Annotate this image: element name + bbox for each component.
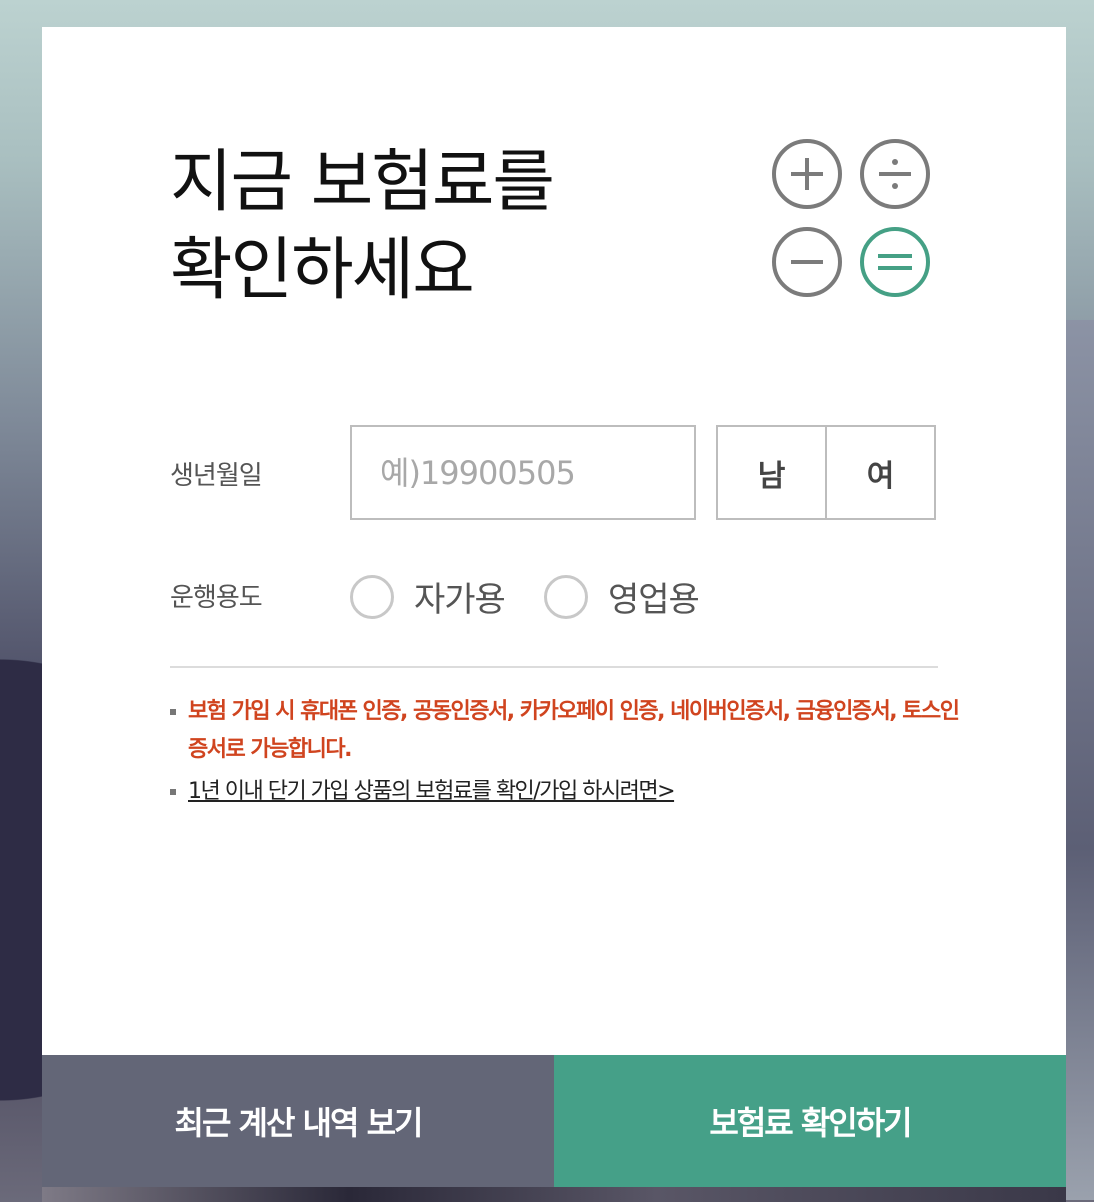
gender-male-button[interactable]: 남	[718, 427, 825, 518]
check-premium-button[interactable]: 보험료 확인하기	[554, 1055, 1066, 1187]
bullet-icon	[170, 709, 176, 715]
divide-icon	[860, 139, 930, 209]
short-term-product-link[interactable]: 1년 이내 단기 가입 상품의 보험료를 확인/가입 하시려면>	[188, 779, 676, 804]
usage-option-private[interactable]: 자가용	[350, 572, 506, 621]
plus-icon	[772, 139, 842, 209]
bullet-icon	[170, 789, 176, 795]
radio-private[interactable]	[350, 574, 394, 619]
background-decoration	[42, 1186, 1066, 1202]
premium-calculator-card: 지금 보험료를 확인하세요 생년월일 남 여 운행용도 자가용 영업용 보	[42, 27, 1066, 1187]
birth-label: 생년월일	[170, 461, 263, 491]
title-line-2: 확인하세요	[170, 231, 475, 310]
gender-selector: 남 여	[716, 425, 936, 520]
birth-date-input[interactable]	[350, 425, 696, 520]
minus-icon	[772, 227, 842, 297]
page-title: 지금 보험료를 확인하세요	[170, 139, 555, 315]
recent-calculation-history-button[interactable]: 최근 계산 내역 보기	[42, 1055, 554, 1187]
notice-short-term: 1년 이내 단기 가입 상품의 보험료를 확인/가입 하시려면>	[170, 773, 960, 811]
usage-option-private-label: 자가용	[414, 580, 506, 620]
equals-icon	[860, 227, 930, 297]
usage-option-business-label: 영업용	[608, 580, 700, 620]
gender-female-button[interactable]: 여	[825, 427, 934, 518]
divider	[170, 666, 938, 668]
usage-label: 운행용도	[170, 583, 263, 613]
notice-auth-methods: 보험 가입 시 휴대폰 인증, 공동인증서, 카카오페이 인증, 네이버인증서,…	[170, 693, 960, 769]
radio-business[interactable]	[544, 574, 588, 619]
calculator-icon	[772, 139, 938, 305]
notice-list: 보험 가입 시 휴대폰 인증, 공동인증서, 카카오페이 인증, 네이버인증서,…	[170, 693, 960, 811]
usage-option-business[interactable]: 영업용	[544, 572, 700, 621]
title-line-1: 지금 보험료를	[170, 143, 555, 222]
notice-auth-text: 보험 가입 시 휴대폰 인증, 공동인증서, 카카오페이 인증, 네이버인증서,…	[188, 699, 960, 762]
